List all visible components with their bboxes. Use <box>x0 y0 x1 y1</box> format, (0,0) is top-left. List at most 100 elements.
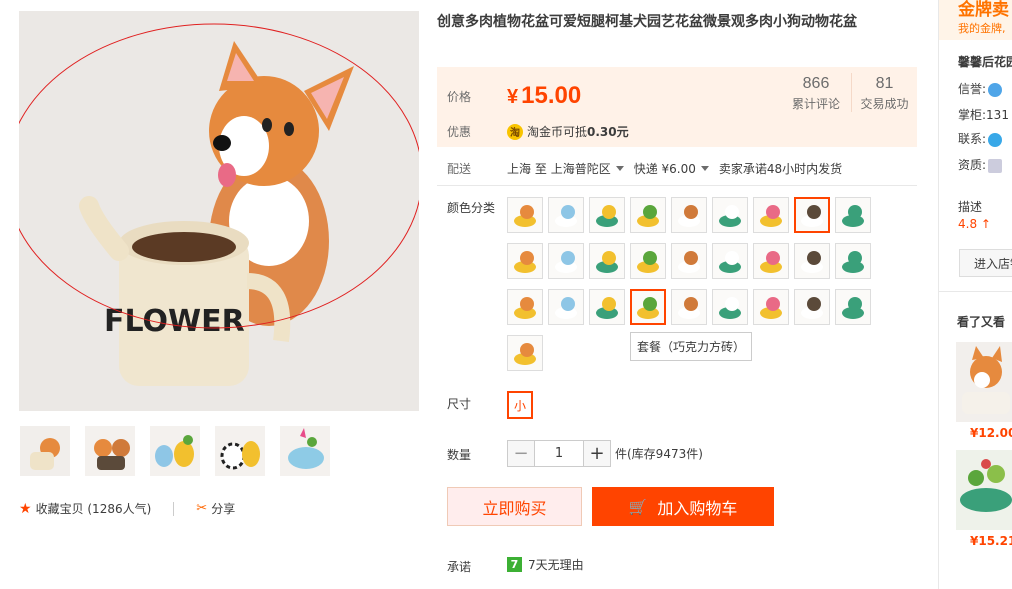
guarantee-text: 7天无理由 <box>528 558 584 572</box>
color-option[interactable] <box>753 197 789 233</box>
color-option[interactable] <box>630 289 666 325</box>
color-option[interactable] <box>712 243 748 279</box>
size-label: 尺寸 <box>447 397 472 411</box>
divider <box>173 501 175 516</box>
color-option[interactable] <box>548 243 584 279</box>
keeper-value[interactable]: 131 <box>986 108 1009 122</box>
plus-button[interactable]: + <box>583 440 611 467</box>
star-icon[interactable]: ★ <box>19 501 32 517</box>
color-option[interactable] <box>753 243 789 279</box>
credit-icon[interactable] <box>988 82 1003 97</box>
color-option[interactable] <box>589 289 625 325</box>
sales-stat: 81 交易成功 <box>851 73 917 112</box>
color-option[interactable] <box>507 243 543 279</box>
price-value: ¥15.00 <box>507 82 582 109</box>
delivery-label: 配送 <box>447 162 472 176</box>
delivery-destination[interactable]: 上海普陀区 <box>551 160 611 177</box>
color-option[interactable] <box>671 243 707 279</box>
reviews-stat[interactable]: 866 累计评论 <box>781 73 851 112</box>
quantity-label: 数量 <box>447 448 472 462</box>
license-icon[interactable] <box>988 158 1003 173</box>
recommend-item-image[interactable] <box>956 342 1012 422</box>
color-option[interactable] <box>835 289 871 325</box>
recommend-title: 看了又看 <box>957 315 1006 329</box>
cart-icon: 🛒 <box>628 497 648 516</box>
chevron-down-icon[interactable] <box>700 166 709 171</box>
desc-score: 描述 4.8 ↑ <box>958 200 991 231</box>
gold-sub: 我的金牌, <box>958 22 1006 35</box>
contact-row: 联系: <box>958 130 1003 147</box>
color-label: 颜色分类 <box>447 201 496 215</box>
thumbnail-strip <box>19 425 331 477</box>
share-link[interactable]: 分享 <box>211 500 235 517</box>
delivery-from: 上海 <box>507 162 532 176</box>
add-to-cart-label: 加入购物车 <box>657 498 738 518</box>
gold-seller-banner: 金牌卖 我的金牌, <box>939 0 1012 40</box>
credit-row: 信誉: <box>958 80 1003 97</box>
color-option[interactable] <box>835 243 871 279</box>
minus-button[interactable]: − <box>507 440 535 467</box>
size-option[interactable]: 小 <box>507 391 533 419</box>
shop-name[interactable]: 馨馨后花园 <box>958 53 1012 70</box>
chat-icon[interactable] <box>988 132 1003 147</box>
quantity-stepper: − 1 + 件(库存9473件) <box>507 440 703 467</box>
shipping-fee[interactable]: 快递 ¥6.00 <box>634 160 696 177</box>
option-tooltip: 套餐（巧克力方砖） <box>630 332 753 361</box>
color-option[interactable] <box>548 289 584 325</box>
divider <box>437 185 917 186</box>
color-option[interactable] <box>507 335 543 371</box>
color-option[interactable] <box>753 289 789 325</box>
color-option[interactable] <box>589 243 625 279</box>
product-page: FLOWER ★ 收藏宝贝 (1286人气) ✂ 分享 创意多肉植物花盆可爱短腿… <box>0 0 1012 589</box>
color-option[interactable] <box>507 289 543 325</box>
product-actions: ★ 收藏宝贝 (1286人气) ✂ 分享 <box>19 500 235 517</box>
recommend-item-image[interactable] <box>956 450 1012 530</box>
color-option[interactable] <box>712 197 748 233</box>
share-icon[interactable]: ✂ <box>196 501 207 516</box>
favorite-link[interactable]: 收藏宝贝 (1286人气) <box>36 500 152 517</box>
enter-shop-button[interactable]: 进入店铺 <box>959 249 1012 277</box>
color-option[interactable] <box>507 197 543 233</box>
qualification-row: 资质: <box>958 156 1003 173</box>
pot-text: FLOWER <box>104 304 245 339</box>
thumbnail[interactable] <box>279 425 331 477</box>
guarantee-label: 承诺 <box>447 560 472 574</box>
delivery-row: 配送 上海 至 上海普陀区 快递 ¥6.00 卖家承诺48小时内发货 <box>447 160 842 177</box>
coin-icon: 淘 <box>507 123 523 140</box>
color-option[interactable] <box>630 197 666 233</box>
thumbnail[interactable] <box>19 425 71 477</box>
color-option[interactable] <box>712 289 748 325</box>
color-option[interactable] <box>589 197 625 233</box>
ship-promise: 卖家承诺48小时内发货 <box>718 162 843 176</box>
color-option[interactable] <box>671 289 707 325</box>
add-to-cart-button[interactable]: 🛒 加入购物车 <box>592 487 774 526</box>
seven-day-icon: 7 <box>507 557 522 572</box>
price-label: 价格 <box>447 89 472 104</box>
color-option[interactable] <box>794 243 830 279</box>
stock-text: 件(库存9473件) <box>615 447 703 461</box>
promo-text: 淘金币可抵0.30元 <box>527 125 629 139</box>
delivery-to-word: 至 <box>534 162 547 176</box>
main-product-image[interactable]: FLOWER <box>19 11 419 411</box>
color-option[interactable] <box>548 197 584 233</box>
recommend-price: ¥12.00 <box>970 426 1012 440</box>
price-panel: 价格 ¥15.00 866 累计评论 81 交易成功 优惠 淘 淘金币可抵0.3… <box>437 67 917 147</box>
color-option[interactable] <box>671 197 707 233</box>
product-stats: 866 累计评论 81 交易成功 <box>781 73 917 112</box>
thumbnail[interactable] <box>84 425 136 477</box>
thumbnail[interactable] <box>149 425 201 477</box>
color-option[interactable] <box>794 289 830 325</box>
product-title: 创意多肉植物花盆可爱短腿柯基犬园艺花盆微景观多肉小狗动物花盆 <box>437 14 857 30</box>
recommend-price: ¥15.21 <box>970 534 1012 548</box>
chevron-down-icon[interactable] <box>615 166 624 171</box>
quantity-input[interactable]: 1 <box>535 440 583 467</box>
thumbnail[interactable] <box>214 425 266 477</box>
promo-label: 优惠 <box>447 125 472 139</box>
buy-now-button[interactable]: 立即购买 <box>447 487 582 526</box>
gold-title: 金牌卖 <box>958 0 1009 20</box>
guarantee[interactable]: 7 7天无理由 <box>507 556 584 573</box>
color-option[interactable] <box>630 243 666 279</box>
color-option[interactable] <box>835 197 871 233</box>
keeper-row: 掌柜:131 <box>958 108 1009 122</box>
color-option[interactable] <box>794 197 830 233</box>
